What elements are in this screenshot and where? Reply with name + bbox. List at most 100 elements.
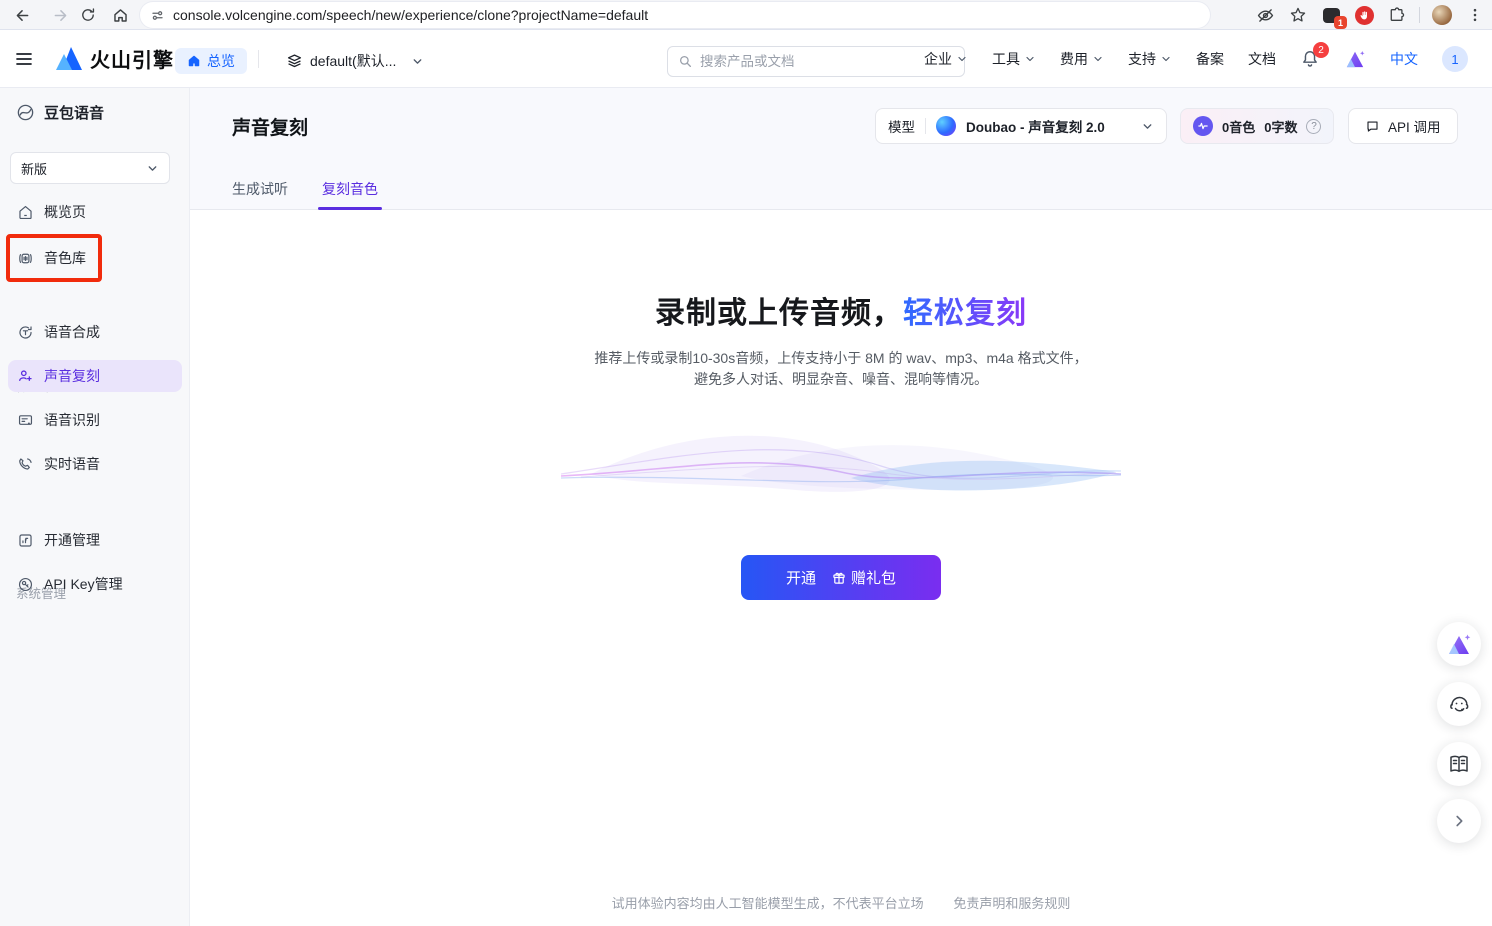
activate-button[interactable]: 开通 赠礼包: [741, 555, 941, 600]
menu-tools[interactable]: 工具: [992, 49, 1036, 69]
home-icon: [17, 204, 34, 221]
console-top-nav: 火山引擎 总览 default(默认... 企业 工具 费用: [0, 30, 1492, 88]
footer: 试用体验内容均由人工智能模型生成，不代表平台立场 免责声明和服务规则: [190, 893, 1492, 912]
project-name: default(默认...: [310, 51, 396, 71]
project-switcher[interactable]: default(默认...: [286, 48, 424, 74]
home-icon: [187, 54, 201, 68]
chevron-down-icon: [1141, 120, 1154, 133]
sidebar-item-api-key[interactable]: API Key管理: [8, 568, 182, 600]
page-title: 声音复刻: [232, 113, 308, 140]
mountain-sparkle-icon: [1446, 632, 1472, 656]
sidebar-item-overview[interactable]: 概览页: [8, 196, 182, 228]
hero-section: 录制或上传音频，轻松复刻 推荐上传或录制10-30s音频，上传支持小于 8M 的…: [190, 210, 1492, 600]
chevron-down-icon: [956, 53, 968, 65]
waveform-illustration: [190, 416, 1492, 531]
menu-billing[interactable]: 费用: [1060, 49, 1104, 69]
search-input[interactable]: [700, 54, 954, 69]
site-info-icon[interactable]: [150, 8, 165, 23]
product-search[interactable]: [667, 46, 965, 77]
sidebar-item-label: 实时语音: [44, 454, 100, 474]
hamburger-menu-icon[interactable]: [12, 47, 36, 71]
api-call-button[interactable]: API 调用: [1348, 108, 1458, 144]
menu-support[interactable]: 支持: [1128, 49, 1172, 69]
extensions-puzzle-icon[interactable]: [1386, 4, 1408, 26]
extension-badge: 1: [1334, 16, 1347, 29]
hero-title-plain: 录制或上传音频，: [655, 297, 903, 330]
fab-documentation[interactable]: [1437, 742, 1481, 786]
tab-label: 生成试听: [232, 179, 288, 199]
version-select[interactable]: 新版: [10, 152, 170, 184]
sidebar-item-label: 音色库: [44, 248, 86, 268]
sidebar-item-label: 概览页: [44, 202, 86, 222]
menu-docs[interactable]: 文档: [1248, 49, 1276, 69]
adblock-icon[interactable]: [1353, 4, 1375, 26]
extension-with-badge-icon[interactable]: 1: [1320, 4, 1342, 26]
tab-generate-audition[interactable]: 生成试听: [232, 168, 288, 210]
api-chat-icon: [1365, 119, 1380, 134]
realtime-voice-icon: [17, 456, 34, 473]
speech-recognition-icon: [17, 412, 34, 429]
brand-name: 火山引擎: [90, 44, 174, 73]
fab-ai-assistant[interactable]: [1437, 622, 1481, 666]
sidebar-item-label: 声音复刻: [44, 366, 100, 386]
eye-off-icon[interactable]: [1254, 4, 1276, 26]
model-selector[interactable]: 模型 Doubao - 声音复刻 2.0: [875, 108, 1167, 144]
hero-title: 录制或上传音频，轻松复刻: [190, 288, 1492, 332]
hero-title-accent: 轻松复刻: [903, 297, 1027, 330]
sidebar-item-label: API Key管理: [44, 574, 123, 594]
chevron-down-icon: [1092, 53, 1104, 65]
language-switch[interactable]: 中文: [1390, 49, 1418, 69]
help-icon[interactable]: ?: [1306, 119, 1321, 134]
sidebar: 豆包语音 新版 概览页 音色库 体验中心 语音合成: [0, 88, 190, 926]
api-key-icon: [17, 576, 34, 593]
profile-avatar[interactable]: [1431, 4, 1453, 26]
sidebar-item-activation[interactable]: 开通管理: [8, 524, 182, 556]
search-icon: [678, 54, 693, 69]
browser-forward-icon[interactable]: [48, 3, 72, 27]
sidebar-item-asr[interactable]: 语音识别: [8, 404, 182, 436]
tab-label: 复刻音色: [322, 179, 378, 199]
overview-label: 总览: [207, 51, 235, 71]
footer-terms-link[interactable]: 免责声明和服务规则: [953, 896, 1070, 911]
browser-url-bar[interactable]: console.volcengine.com/speech/new/experi…: [140, 2, 1210, 28]
doubao-voice-icon: [16, 103, 35, 122]
fab-customer-support[interactable]: [1437, 682, 1481, 726]
browser-refresh-icon[interactable]: [76, 3, 100, 27]
sidebar-item-realtime[interactable]: 实时语音: [8, 448, 182, 480]
volcengine-console-screen: console.volcengine.com/speech/new/experi…: [0, 0, 1492, 926]
menu-beian[interactable]: 备案: [1196, 49, 1224, 69]
hero-desc-line1: 推荐上传或录制10-30s音频，上传支持小于 8M 的 wav、mp3、m4a …: [190, 348, 1492, 369]
browser-home-icon[interactable]: [108, 3, 132, 27]
voice-clone-icon: [17, 368, 34, 385]
chevron-right-icon: [1450, 812, 1468, 830]
sidebar-item-tts[interactable]: 语音合成: [8, 316, 182, 348]
browser-menu-icon[interactable]: [1464, 4, 1486, 26]
sidebar-item-voice-clone[interactable]: 声音复刻: [8, 360, 182, 392]
volcengine-mountain-icon: [55, 46, 83, 72]
notification-bell-icon[interactable]: 2: [1300, 49, 1320, 69]
fab-collapse[interactable]: [1437, 799, 1481, 843]
sidebar-item-voice-library[interactable]: 音色库: [8, 242, 182, 274]
notification-badge: 2: [1313, 42, 1329, 58]
account-avatar[interactable]: 1: [1442, 46, 1468, 72]
bookmark-star-icon[interactable]: [1287, 4, 1309, 26]
volcengine-logo[interactable]: 火山引擎: [55, 44, 174, 73]
tab-clone-voice[interactable]: 复刻音色: [322, 168, 378, 210]
top-nav-right: 企业 工具 费用 支持 备案 文档 2: [924, 30, 1468, 88]
main-content: 声音复刻 模型 Doubao - 声音复刻 2.0 0音色 0字数 ? API …: [190, 88, 1492, 926]
menu-tools-label: 工具: [992, 49, 1020, 69]
product-name: 豆包语音: [44, 102, 104, 123]
doubao-model-icon: [936, 116, 956, 136]
ai-assistant-icon[interactable]: [1344, 49, 1366, 69]
footer-disclaimer: 试用体验内容均由人工智能模型生成，不代表平台立场: [612, 896, 924, 911]
browser-back-icon[interactable]: [10, 3, 34, 27]
activation-management-icon: [17, 532, 34, 549]
chevron-down-icon: [411, 55, 424, 68]
sidebar-item-label: 开通管理: [44, 530, 100, 550]
menu-beian-label: 备案: [1196, 49, 1224, 69]
sidebar-product-header: 豆包语音: [16, 102, 104, 123]
speech-synthesis-icon: [17, 324, 34, 341]
usage-quota-pill[interactable]: 0音色 0字数 ?: [1180, 108, 1334, 144]
overview-nav-button[interactable]: 总览: [175, 48, 247, 74]
menu-enterprise[interactable]: 企业: [924, 49, 968, 69]
